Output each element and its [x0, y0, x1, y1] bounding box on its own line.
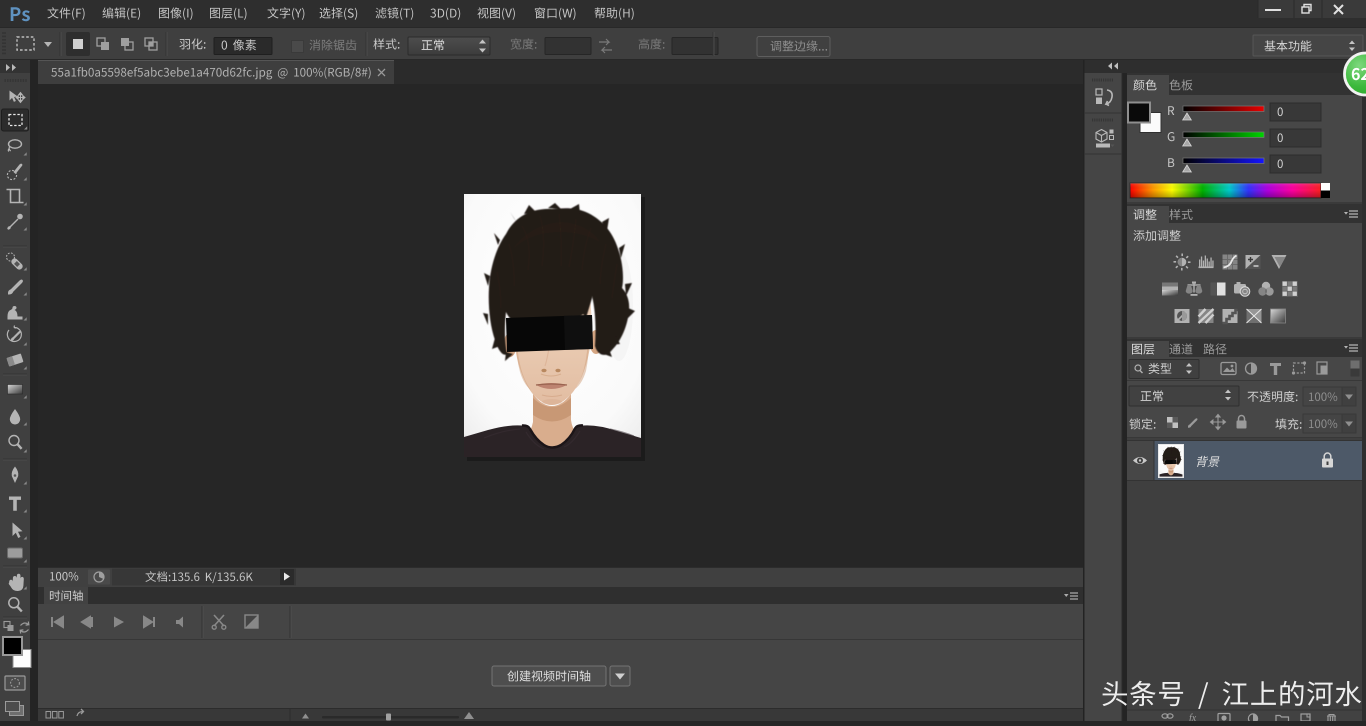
- svg-text:fx: fx: [1189, 713, 1197, 721]
